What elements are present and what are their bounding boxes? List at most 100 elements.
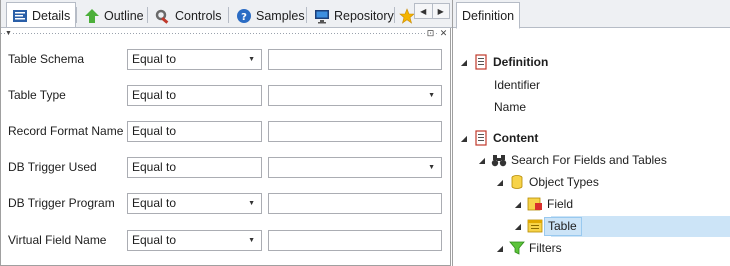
star-icon	[399, 7, 415, 24]
table-icon	[527, 218, 543, 234]
dropdown-arrow-icon: ▼	[248, 200, 255, 207]
tab-separator	[147, 7, 148, 23]
tree-node-label: Definition	[493, 55, 549, 69]
tree-node-identifier[interactable]: Identifier	[494, 75, 540, 95]
tree-node-name[interactable]: Name	[494, 97, 526, 117]
document-icon	[473, 54, 489, 70]
operator-value: Equal to	[132, 196, 177, 210]
tree-node-label: Identifier	[494, 78, 541, 92]
funnel-icon	[509, 240, 525, 256]
definition-panel: Definition ◢ Definition Identifier Name …	[452, 0, 730, 266]
tab-samples[interactable]: ? Samples	[231, 3, 310, 27]
value-input[interactable]	[268, 230, 442, 251]
collapse-icon[interactable]: ◢	[495, 178, 505, 187]
operator-select[interactable]: Equal to ▼	[127, 230, 262, 251]
tab-definition-label: Definition	[462, 8, 515, 23]
value-input[interactable]	[268, 49, 442, 70]
tab-separator	[306, 7, 307, 23]
close-icon[interactable]: ✕	[438, 28, 449, 39]
collapse-icon[interactable]: ◢	[477, 156, 487, 165]
tab-definition[interactable]: Definition	[456, 2, 521, 29]
scroll-left-icon[interactable]: ◀	[415, 4, 432, 18]
tab-outline-label: Outline	[104, 8, 144, 23]
collapse-icon[interactable]: ◢	[459, 58, 469, 67]
value-input[interactable]	[268, 193, 442, 214]
tab-controls-label: Controls	[175, 8, 222, 23]
database-icon	[509, 174, 525, 190]
operator-value: Equal to	[132, 52, 177, 66]
collapse-icon[interactable]: ◢	[513, 200, 523, 209]
tab-separator	[394, 7, 395, 23]
tree-node-label: Name	[494, 100, 527, 114]
left-tab-strip: Details Outline Controls ? Samples Repos…	[1, 0, 452, 28]
filter-row-table-type: Table Type Equal to ▼	[1, 85, 450, 107]
tree-node-table[interactable]: ◢ Table	[513, 216, 582, 236]
tab-controls[interactable]: Controls	[150, 3, 227, 27]
collapse-icon[interactable]: ◢	[513, 222, 523, 231]
repository-icon	[314, 8, 330, 24]
operator-input[interactable]: Equal to	[127, 157, 262, 178]
tab-separator	[228, 7, 229, 23]
tree-node-definition[interactable]: ◢ Definition	[459, 52, 548, 72]
filter-label: DB Trigger Program	[8, 196, 115, 210]
operator-value: Equal to	[132, 88, 177, 102]
filter-row-db-trigger-program: DB Trigger Program Equal to ▼	[1, 193, 450, 215]
dropdown-arrow-icon: ▼	[248, 56, 255, 63]
filter-row-db-trigger-used: DB Trigger Used Equal to ▼	[1, 157, 450, 179]
svg-text:?: ?	[241, 12, 247, 23]
tree-node-label: Field	[547, 197, 574, 211]
filter-row-table-schema: Table Schema Equal to ▼	[1, 49, 450, 71]
tab-repository-label: Repository	[334, 8, 394, 23]
tree-node-filters[interactable]: ◢ Filters	[495, 238, 562, 258]
operator-value: Equal to	[132, 160, 177, 174]
panel-menu-icon[interactable]: ▼	[5, 30, 12, 37]
right-tab-strip: Definition	[453, 0, 730, 29]
tab-scroll-buttons: ◀ ▶	[414, 3, 450, 19]
dropdown-arrow-icon: ▼	[428, 92, 435, 99]
tree-node-search[interactable]: ◢ Search For Fields and Tables	[477, 150, 667, 170]
operator-select[interactable]: Equal to ▼	[127, 193, 262, 214]
filter-label: Virtual Field Name	[8, 233, 107, 247]
filter-label: DB Trigger Used	[8, 160, 97, 174]
tab-separator	[76, 7, 77, 23]
tree-node-content[interactable]: ◢ Content	[459, 128, 538, 148]
outline-icon	[84, 8, 100, 24]
operator-select[interactable]: Equal to ▼	[127, 49, 262, 70]
value-select[interactable]: ▼	[268, 85, 442, 106]
operator-input[interactable]: Equal to	[127, 85, 262, 106]
filter-label: Table Type	[8, 88, 66, 102]
tree-node-label: Object Types	[529, 175, 599, 189]
collapse-icon[interactable]: ◢	[459, 134, 469, 143]
filter-label: Table Schema	[8, 52, 85, 66]
tab-details[interactable]: Details	[6, 2, 77, 27]
operator-value: Equal to	[132, 124, 177, 138]
dropdown-arrow-icon: ▼	[428, 164, 435, 171]
tab-outline[interactable]: Outline	[79, 3, 149, 27]
collapse-icon[interactable]: ◢	[495, 244, 505, 253]
value-input[interactable]	[268, 121, 442, 142]
tab-repository[interactable]: Repository	[309, 3, 399, 27]
filter-row-virtual-field-name: Virtual Field Name Equal to ▼	[1, 230, 450, 252]
controls-icon	[155, 8, 171, 24]
tab-samples-label: Samples	[256, 8, 305, 23]
binoculars-icon	[491, 152, 507, 168]
value-select[interactable]: ▼	[268, 157, 442, 178]
filter-row-record-format-name: Record Format Name Equal to	[1, 121, 450, 143]
pin-icon[interactable]: ⊡	[425, 28, 436, 39]
details-panel: Details Outline Controls ? Samples Repos…	[0, 0, 452, 266]
filter-label: Record Format Name	[8, 124, 124, 138]
field-icon	[527, 196, 543, 212]
details-icon	[12, 8, 28, 24]
panel-toolstrip: ▼ ⊡ ✕	[1, 28, 450, 40]
tree-node-label: Filters	[529, 241, 562, 255]
tree-node-label: Table	[544, 216, 582, 236]
tree-node-object-types[interactable]: ◢ Object Types	[495, 172, 599, 192]
operator-value: Equal to	[132, 233, 177, 247]
tree-node-label: Search For Fields and Tables	[511, 153, 667, 167]
operator-input[interactable]: Equal to	[127, 121, 262, 142]
tree-node-label: Content	[493, 131, 539, 145]
scroll-right-icon[interactable]: ▶	[431, 4, 450, 18]
samples-icon: ?	[236, 8, 252, 24]
tree-node-field[interactable]: ◢ Field	[513, 194, 573, 214]
dropdown-arrow-icon: ▼	[248, 237, 255, 244]
